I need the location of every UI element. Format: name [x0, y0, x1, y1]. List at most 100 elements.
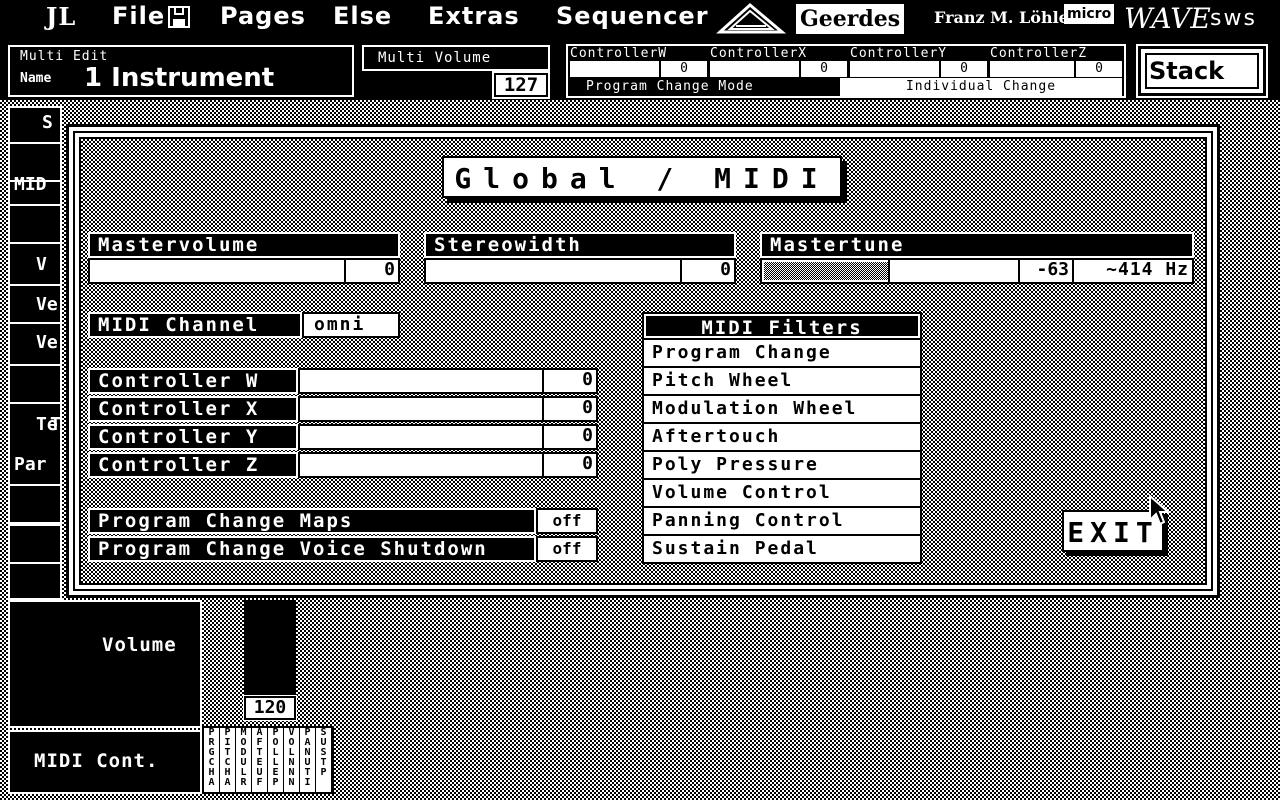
- filter-modulation-wheel[interactable]: Modulation Wheel: [644, 394, 920, 420]
- program-change-maps-value: off: [550, 511, 584, 530]
- micro-logo: micro: [1064, 4, 1115, 24]
- bg-label-par: Par: [14, 454, 47, 475]
- controller-x-label: Controller X: [88, 396, 298, 422]
- background-left-column: S MID V Ve Ve T Te Par: [8, 106, 62, 600]
- midi-cont-filter-column[interactable]: P O L L E P: [268, 728, 284, 792]
- controller-w-header: ControllerW: [570, 46, 668, 61]
- filter-sustain-pedal[interactable]: Sustain Pedal: [644, 534, 920, 560]
- controller-y-slider[interactable]: 0: [298, 424, 598, 450]
- midi-cont-filter-column[interactable]: P A N U T I: [300, 728, 316, 792]
- sws-logo: sws: [1210, 6, 1257, 31]
- midi-cont-filter-column[interactable]: A F T E U F: [252, 728, 268, 792]
- mastervolume-slider[interactable]: 0: [88, 258, 400, 284]
- midi-cont-filter-column[interactable]: S U S T P: [316, 728, 332, 792]
- mastervolume-value[interactable]: 0: [344, 260, 398, 282]
- mastervolume-label: Mastervolume: [88, 232, 400, 258]
- midi-cont-panel: MIDI Cont.: [8, 730, 202, 794]
- filter-pitch-wheel[interactable]: Pitch Wheel: [644, 366, 920, 392]
- floppy-disk-icon[interactable]: [168, 6, 190, 28]
- midi-cont-filter-column[interactable]: P R G C H A: [204, 728, 220, 792]
- bg-label-te: Te: [36, 414, 58, 435]
- program-change-voice-shutdown-value: off: [550, 539, 584, 558]
- volume-value[interactable]: 120: [243, 695, 297, 721]
- midi-cont-filter-column[interactable]: V O L N N N: [284, 728, 300, 792]
- controller-w-slider[interactable]: 0: [298, 368, 598, 394]
- multi-volume-title: Multi Volume: [378, 50, 492, 66]
- mastertune-slider[interactable]: -63 ~414 Hz: [760, 258, 1194, 284]
- multi-volume-value[interactable]: 127: [492, 71, 550, 99]
- controller-z-slider[interactable]: 0: [298, 452, 598, 478]
- multi-edit-title: Multi Edit: [20, 49, 109, 64]
- bg-label-s: S: [42, 112, 53, 133]
- mouse-cursor-icon: [1149, 494, 1170, 526]
- stereowidth-slider[interactable]: 0: [424, 258, 736, 284]
- midi-filters-panel: MIDI Filters Program Change Pitch Wheel …: [642, 312, 922, 564]
- stack-button[interactable]: Stack: [1136, 44, 1268, 98]
- filter-volume-control[interactable]: Volume Control: [644, 478, 920, 504]
- controller-x-slider[interactable]: 0: [298, 396, 598, 422]
- program-change-maps-toggle[interactable]: off: [536, 508, 598, 534]
- program-change-maps-label: Program Change Maps: [88, 508, 536, 534]
- menu-bar: JL File Pages Else Extras Sequencer Geer…: [0, 0, 1280, 38]
- brand-logo: Geerdes: [796, 4, 905, 34]
- volume-panel: Volume: [8, 600, 202, 728]
- controller-w-header-value[interactable]: 0: [659, 61, 707, 77]
- bg-label-mid: MID: [14, 174, 47, 195]
- controller-z-value[interactable]: 0: [542, 454, 596, 476]
- midi-cont-filter-columns: P R G C H AP I T C H AM O D U L RA F T E…: [202, 726, 334, 794]
- stereowidth-label: Stereowidth: [424, 232, 736, 258]
- midi-channel-value[interactable]: omni: [302, 312, 400, 338]
- dialog-title-box: Global / MIDI: [442, 156, 842, 198]
- stack-button-label: Stack: [1149, 57, 1225, 85]
- app-logo: JL: [46, 2, 77, 31]
- filter-program-change[interactable]: Program Change: [644, 338, 920, 364]
- controller-y-label: Controller Y: [88, 424, 298, 450]
- volume-meter-bar[interactable]: [244, 600, 296, 696]
- mastertune-label: Mastertune: [760, 232, 1194, 258]
- controller-y-header-value[interactable]: 0: [939, 61, 987, 77]
- author-name: Franz M. Löhle: [934, 8, 1069, 27]
- menu-sequencer[interactable]: Sequencer: [556, 2, 709, 30]
- filter-panning-control[interactable]: Panning Control: [644, 506, 920, 532]
- midi-cont-label: MIDI Cont.: [34, 750, 159, 772]
- controller-x-header-value[interactable]: 0: [799, 61, 847, 77]
- wave-logo: WAVE: [1124, 2, 1211, 35]
- mastertune-slider-fill: [764, 262, 888, 280]
- bg-label-ve-2: Ve: [36, 332, 58, 353]
- controller-w-label: Controller W: [88, 368, 298, 394]
- instrument-name[interactable]: 1 Instrument: [84, 63, 274, 93]
- menu-file[interactable]: File: [112, 2, 165, 30]
- controller-z-header-value[interactable]: 0: [1074, 61, 1122, 77]
- menu-pages[interactable]: Pages: [220, 2, 306, 30]
- controller-x-value[interactable]: 0: [542, 398, 596, 420]
- stereowidth-value[interactable]: 0: [680, 260, 734, 282]
- multi-volume-panel: Multi Volume: [362, 45, 550, 71]
- program-change-voice-shutdown-label: Program Change Voice Shutdown: [88, 536, 536, 562]
- controller-z-label: Controller Z: [88, 452, 298, 478]
- midi-cont-filter-column[interactable]: M O D U L R: [236, 728, 252, 792]
- controller-w-value[interactable]: 0: [542, 370, 596, 392]
- controller-y-value[interactable]: 0: [542, 426, 596, 448]
- controller-z-header: ControllerZ: [990, 46, 1088, 61]
- dialog-title: Global / MIDI: [454, 162, 830, 195]
- midi-channel-label: MIDI Channel: [88, 312, 302, 338]
- program-change-voice-shutdown-toggle[interactable]: off: [536, 536, 598, 562]
- filter-poly-pressure[interactable]: Poly Pressure: [644, 450, 920, 476]
- controller-y-header: ControllerY: [850, 46, 948, 61]
- menu-extras[interactable]: Extras: [428, 2, 520, 30]
- program-change-mode-value[interactable]: Individual Change: [840, 78, 1122, 96]
- triangle-logo-icon: [716, 3, 786, 34]
- controller-x-header: ControllerX: [710, 46, 808, 61]
- volume-label: Volume: [102, 634, 177, 656]
- bg-label-v: V: [36, 254, 47, 275]
- midi-filters-title: MIDI Filters: [644, 314, 920, 339]
- filter-aftertouch[interactable]: Aftertouch: [644, 422, 920, 448]
- multi-edit-panel: Multi Edit Name 1 Instrument: [8, 45, 354, 97]
- mastertune-value[interactable]: -63: [1018, 260, 1072, 282]
- name-label: Name: [20, 71, 52, 86]
- controllers-header: ControllerW ControllerX ControllerY Cont…: [566, 44, 1126, 98]
- mastertune-frequency: ~414 Hz: [1072, 260, 1192, 282]
- menu-else[interactable]: Else: [333, 2, 392, 30]
- midi-cont-filter-column[interactable]: P I T C H A: [220, 728, 236, 792]
- program-change-mode-label: Program Change Mode: [586, 79, 754, 94]
